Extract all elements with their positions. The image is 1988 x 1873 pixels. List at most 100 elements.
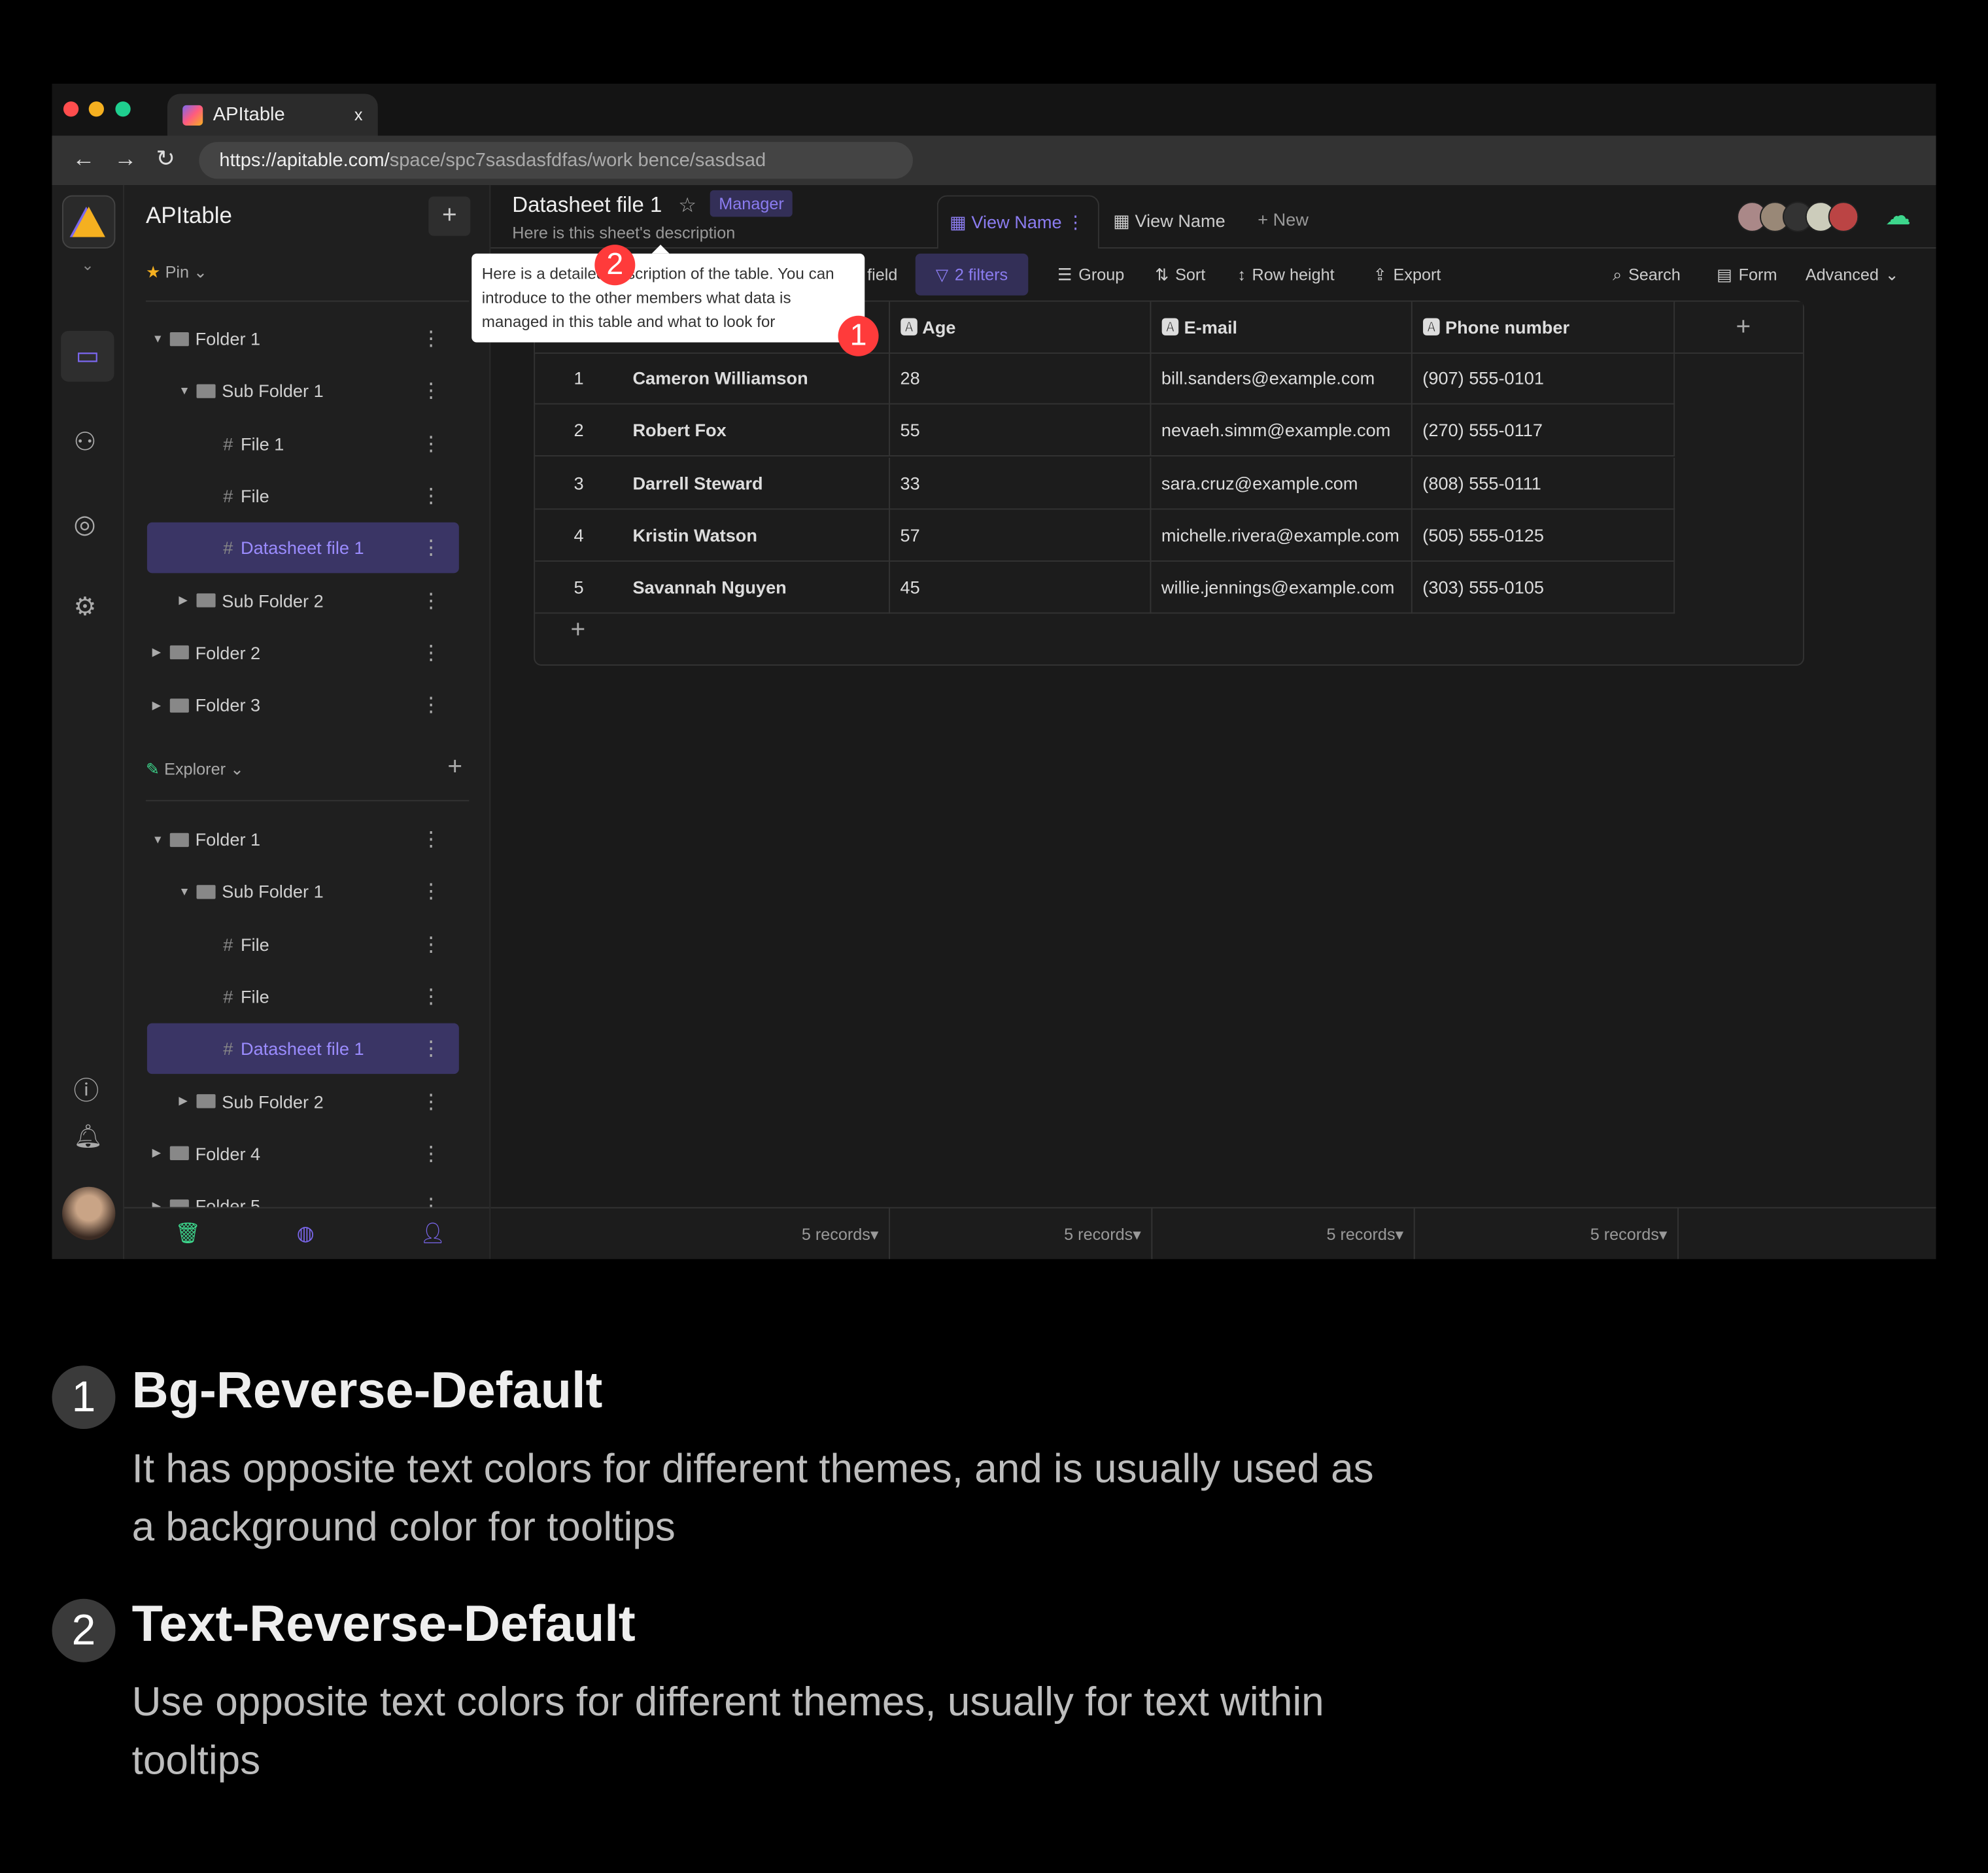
phone-cell[interactable]: (505) 555-0125 bbox=[1413, 509, 1675, 562]
view-tab-active[interactable]: ▦ View Name ⋮ bbox=[936, 195, 1099, 249]
email-cell[interactable]: nevaeh.simm@example.com bbox=[1151, 405, 1413, 457]
browser-tab[interactable]: APItable x bbox=[167, 94, 378, 136]
age-cell[interactable]: 33 bbox=[890, 457, 1152, 509]
caret-down-icon[interactable]: ▼ bbox=[152, 833, 170, 846]
maximize-window-button[interactable] bbox=[115, 101, 131, 117]
workbench-icon[interactable]: ▭ bbox=[61, 331, 114, 382]
name-cell[interactable]: Robert Fox bbox=[623, 405, 891, 457]
more-icon[interactable]: ⋮ bbox=[421, 326, 441, 351]
name-cell[interactable]: Cameron Williamson bbox=[623, 352, 891, 405]
form-button[interactable]: ▤ Form bbox=[1717, 249, 1777, 300]
record-count[interactable]: 5 records▾ bbox=[1415, 1208, 1679, 1260]
view-tab[interactable]: ▦ View Name bbox=[1113, 211, 1225, 232]
caret-right-icon[interactable]: ▶ bbox=[179, 593, 196, 607]
group-button[interactable]: ☰ Group bbox=[1057, 249, 1124, 300]
column-header-age[interactable]: 🅰︎ Age bbox=[890, 301, 1152, 354]
row-number[interactable]: 2 bbox=[535, 405, 623, 456]
members-icon[interactable]: ⚇ bbox=[73, 426, 96, 457]
tree-file[interactable]: # Datasheet file 1 ⋮ bbox=[146, 523, 459, 574]
email-cell[interactable]: willie.jennings@example.com bbox=[1151, 562, 1413, 614]
back-icon[interactable]: ← bbox=[73, 146, 95, 173]
column-header-email[interactable]: 🅰︎ E-mail bbox=[1151, 301, 1413, 354]
age-cell[interactable]: 45 bbox=[890, 562, 1152, 614]
name-cell[interactable]: Savannah Nguyen bbox=[623, 562, 891, 614]
more-icon[interactable]: ⋮ bbox=[421, 827, 441, 852]
tab-close-button[interactable]: x bbox=[354, 105, 363, 124]
email-cell[interactable]: michelle.rivera@example.com bbox=[1151, 509, 1413, 562]
settings-icon[interactable]: ⚙ bbox=[73, 591, 96, 622]
more-icon[interactable]: ⋮ bbox=[421, 640, 441, 666]
tree-file[interactable]: # File ⋮ bbox=[147, 470, 459, 521]
minimize-window-button[interactable] bbox=[88, 101, 104, 117]
phone-cell[interactable]: (270) 555-0117 bbox=[1413, 405, 1675, 457]
row-number[interactable]: 3 bbox=[535, 457, 623, 509]
new-view-button[interactable]: + New bbox=[1258, 209, 1309, 230]
sort-button[interactable]: ⇅ Sort bbox=[1155, 249, 1205, 300]
phone-cell[interactable]: (907) 555-0101 bbox=[1413, 352, 1675, 405]
user-avatar[interactable] bbox=[62, 1186, 116, 1241]
more-icon[interactable]: ⋮ bbox=[421, 378, 441, 404]
url-input[interactable]: https://apitable.com/space/spc7sasdasfdf… bbox=[199, 142, 913, 179]
export-button[interactable]: ⇪ Export bbox=[1373, 249, 1441, 300]
age-cell[interactable]: 28 bbox=[890, 352, 1152, 405]
forward-icon[interactable]: → bbox=[114, 146, 137, 173]
record-count[interactable]: 5 records▾ bbox=[490, 1208, 891, 1260]
collaborator-avatars[interactable] bbox=[1737, 201, 1864, 232]
email-cell[interactable]: sara.cruz@example.com bbox=[1151, 457, 1413, 509]
row-height-button[interactable]: ↕ Row height bbox=[1237, 249, 1334, 300]
more-icon[interactable]: ⋮ bbox=[421, 984, 441, 1009]
more-icon[interactable]: ⋮ bbox=[421, 483, 441, 508]
sheet-description[interactable]: Here is this sheet's description bbox=[512, 223, 735, 242]
more-icon[interactable]: ⋮ bbox=[421, 931, 441, 957]
more-icon[interactable]: ⋮ bbox=[421, 1088, 441, 1114]
row-number[interactable]: 5 bbox=[535, 562, 623, 613]
search-button[interactable]: ⌕ Search bbox=[1613, 249, 1681, 300]
more-icon[interactable]: ⋮ bbox=[421, 879, 441, 904]
pin-section-toggle[interactable]: ★ Pin ⌄ bbox=[146, 262, 207, 283]
cloud-sync-icon[interactable]: ☁ bbox=[1885, 200, 1911, 232]
tree-folder[interactable]: ▼ Folder 1 ⋮ bbox=[147, 313, 459, 364]
table-row[interactable]: 2 Robert Fox 55 nevaeh.simm@example.com (270… bbox=[535, 405, 1675, 457]
tree-folder[interactable]: ▶ Folder 4 ⋮ bbox=[147, 1128, 459, 1179]
email-cell[interactable]: bill.sanders@example.com bbox=[1151, 352, 1413, 405]
caret-down-icon[interactable]: ▼ bbox=[179, 885, 196, 898]
tree-folder[interactable]: ▶ Sub Folder 2 ⋮ bbox=[147, 575, 459, 626]
tree-file[interactable]: # File ⋮ bbox=[147, 971, 459, 1022]
trash-icon[interactable]: 🗑︎ bbox=[175, 1221, 201, 1246]
tree-folder[interactable]: ▶ Folder 3 ⋮ bbox=[147, 679, 459, 730]
tree-folder[interactable]: ▼ Sub Folder 1 ⋮ bbox=[147, 366, 459, 417]
more-icon[interactable]: ⋮ bbox=[421, 536, 441, 561]
table-row[interactable]: 1 Cameron Williamson 28 bill.sanders@exampl… bbox=[535, 352, 1675, 405]
tree-folder[interactable]: ▶ Folder 2 ⋮ bbox=[147, 627, 459, 678]
add-column-button[interactable]: + bbox=[1675, 301, 1802, 353]
table-row[interactable]: 5 Savannah Nguyen 45 willie.jennings@exampl… bbox=[535, 562, 1675, 614]
row-number[interactable]: 4 bbox=[535, 509, 623, 561]
caret-down-icon[interactable]: ▼ bbox=[179, 385, 196, 397]
more-icon[interactable]: ⋮ bbox=[421, 1141, 441, 1167]
tree-folder[interactable]: ▶ Sub Folder 2 ⋮ bbox=[147, 1076, 459, 1127]
help-icon[interactable]: ⓘ bbox=[73, 1070, 99, 1107]
record-count[interactable]: 5 records▾ bbox=[890, 1208, 1153, 1260]
more-icon[interactable]: ⋮ bbox=[421, 1036, 441, 1061]
filter-button[interactable]: ▽ 2 filters bbox=[915, 253, 1029, 296]
age-cell[interactable]: 55 bbox=[890, 405, 1152, 457]
star-icon[interactable]: ☆ bbox=[678, 193, 696, 218]
more-icon[interactable]: ⋮ bbox=[421, 588, 441, 613]
name-cell[interactable]: Kristin Watson bbox=[623, 509, 891, 562]
explorer-section-toggle[interactable]: ✎ Explorer ⌄ bbox=[146, 759, 244, 780]
add-node-button[interactable]: + bbox=[428, 196, 471, 236]
row-number[interactable]: 1 bbox=[535, 352, 623, 404]
record-count[interactable]: 5 records▾ bbox=[1152, 1208, 1415, 1260]
explore-icon[interactable]: ◎ bbox=[73, 508, 95, 540]
tree-folder[interactable]: ▼ Sub Folder 1 ⋮ bbox=[147, 867, 459, 918]
notification-bell-icon[interactable]: 🔔︎ bbox=[73, 1124, 102, 1150]
caret-down-icon[interactable]: ▼ bbox=[152, 332, 170, 345]
reload-icon[interactable]: ↻ bbox=[156, 146, 175, 173]
advanced-button[interactable]: Advanced ⌄ bbox=[1806, 249, 1899, 300]
chevron-down-icon[interactable]: ⌄ bbox=[81, 256, 94, 274]
more-icon[interactable]: ⋮ bbox=[421, 430, 441, 456]
table-row[interactable]: 4 Kristin Watson 57 michelle.rivera@example… bbox=[535, 509, 1675, 562]
space-logo[interactable] bbox=[62, 195, 116, 249]
template-icon[interactable]: ◍ bbox=[297, 1221, 315, 1246]
more-icon[interactable]: ⋮ bbox=[421, 693, 441, 718]
